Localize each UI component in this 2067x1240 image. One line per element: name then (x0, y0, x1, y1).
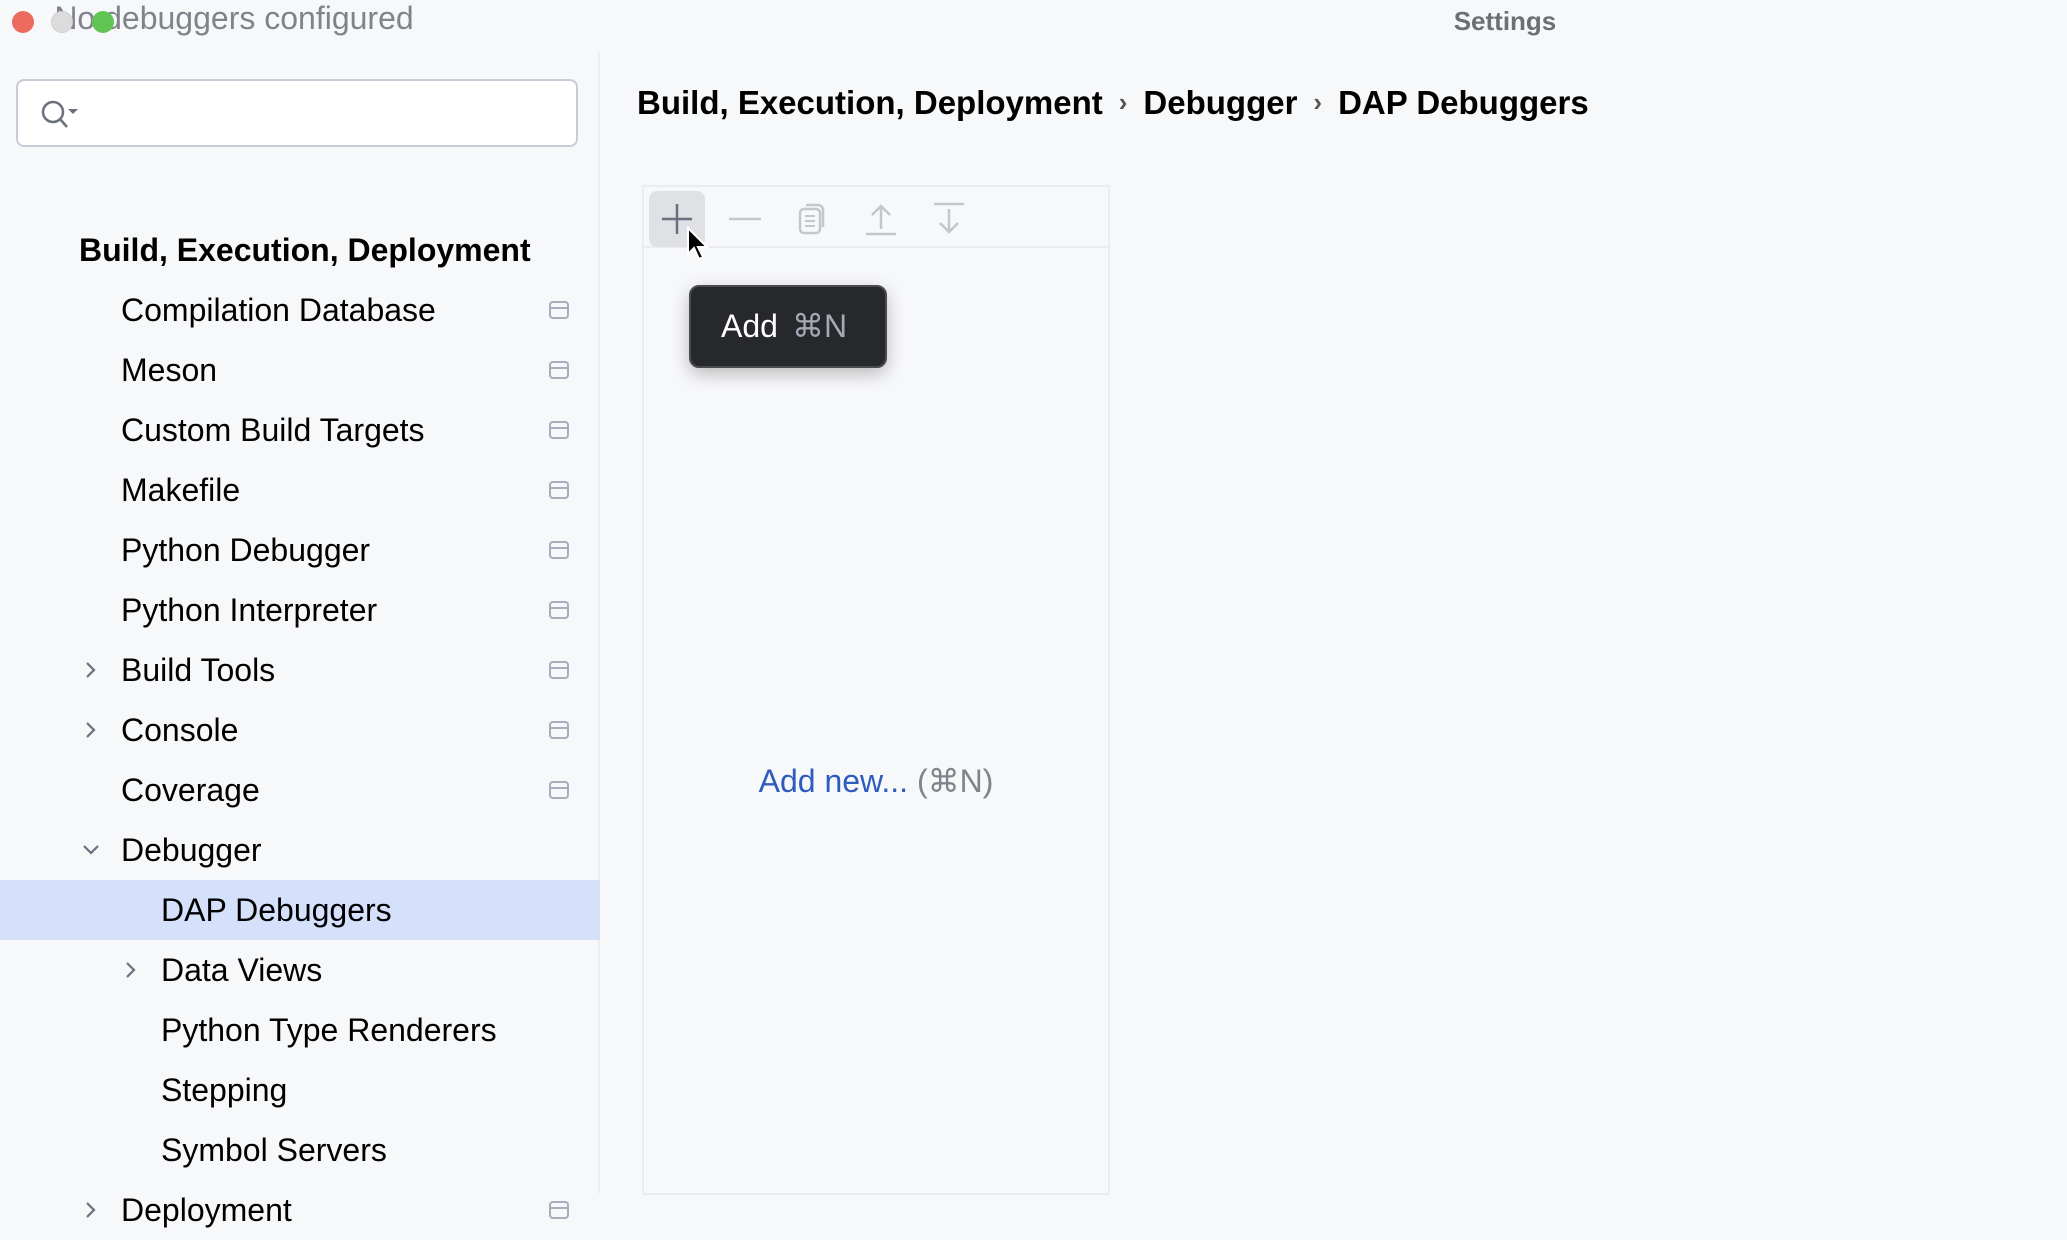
tree-item-label: Python Interpreter (121, 580, 377, 640)
chevron-right-icon: › (1119, 87, 1128, 118)
settings-sidebar: Build, Execution, DeploymentCompilation … (0, 52, 600, 1193)
breadcrumb-item[interactable]: Debugger (1143, 84, 1297, 122)
move-up-icon (863, 201, 899, 237)
tree-item-label: Symbol Servers (161, 1120, 387, 1180)
project-level-icon (549, 781, 569, 799)
tree-item[interactable]: Coverage (0, 760, 600, 820)
tree-item[interactable]: DAP Debuggers (0, 880, 600, 940)
tree-item-label: Console (121, 700, 238, 760)
tree-item[interactable]: Meson (0, 340, 600, 400)
project-level-icon (549, 661, 569, 679)
tree-item[interactable]: Debugger (0, 820, 600, 880)
tree-item[interactable]: Python Debugger (0, 520, 600, 580)
tree-item[interactable]: Build, Execution, Deployment (0, 220, 600, 280)
tree-item[interactable]: Deployment (0, 1180, 600, 1240)
tree-item[interactable]: Data Views (0, 940, 600, 1000)
tree-item-label: Python Debugger (121, 520, 370, 580)
tree-item[interactable]: Stepping (0, 1060, 600, 1120)
tree-item-label: Python Type Renderers (161, 1000, 497, 1060)
window-title: Settings (1405, 6, 1605, 37)
move-up-button[interactable] (853, 191, 909, 247)
copy-button[interactable] (785, 191, 841, 247)
project-level-icon (549, 421, 569, 439)
breadcrumb-item[interactable]: Build, Execution, Deployment (637, 84, 1103, 122)
tree-item-label: Build Tools (121, 640, 275, 700)
remove-icon (727, 201, 763, 237)
copy-icon (795, 201, 831, 237)
tooltip-shortcut: ⌘N (792, 308, 847, 344)
project-level-icon (549, 1201, 569, 1219)
add-new-link[interactable]: Add new... (759, 763, 908, 799)
tree-item[interactable]: Custom Build Targets (0, 400, 600, 460)
tree-item[interactable]: Makefile (0, 460, 600, 520)
tree-item-label: Build, Execution, Deployment (79, 220, 531, 280)
tree-item-label: Deployment (121, 1180, 292, 1240)
tree-item[interactable]: Python Interpreter (0, 580, 600, 640)
breadcrumb: Build, Execution, Deployment › Debugger › DA… (637, 84, 1589, 122)
tree-item-label: Coverage (121, 760, 260, 820)
project-level-icon (549, 361, 569, 379)
tree-item[interactable]: Python Type Renderers (0, 1000, 600, 1060)
tree-item-label: DAP Debuggers (161, 880, 392, 940)
tree-item[interactable]: Console (0, 700, 600, 760)
settings-search-input[interactable] (16, 79, 578, 147)
chevron-right-icon[interactable] (121, 960, 141, 980)
chevron-right-icon[interactable] (81, 720, 101, 740)
tree-item-label: Compilation Database (121, 280, 436, 340)
tree-item-label: Stepping (161, 1060, 287, 1120)
tree-item-label: Debugger (121, 820, 262, 880)
chevron-right-icon[interactable] (81, 660, 101, 680)
mouse-cursor-icon (686, 226, 710, 262)
tree-item-label: Custom Build Targets (121, 400, 425, 460)
tree-item[interactable]: Symbol Servers (0, 1120, 600, 1180)
remove-button[interactable] (717, 191, 773, 247)
chevron-right-icon[interactable] (81, 1200, 101, 1220)
tree-item-label: Meson (121, 340, 217, 400)
project-level-icon (549, 601, 569, 619)
breadcrumb-item: DAP Debuggers (1338, 84, 1589, 122)
move-down-button[interactable] (921, 191, 977, 247)
add-tooltip: Add ⌘N (689, 285, 887, 368)
tree-item-label: Data Views (161, 940, 322, 1000)
minimize-window-button[interactable] (51, 11, 73, 33)
project-level-icon (549, 541, 569, 559)
maximize-window-button[interactable] (92, 11, 114, 33)
close-window-button[interactable] (12, 11, 34, 33)
tree-item-label: Makefile (121, 460, 240, 520)
chevron-down-icon[interactable] (81, 840, 101, 860)
tree-item[interactable]: Build Tools (0, 640, 600, 700)
project-level-icon (549, 721, 569, 739)
tooltip-label: Add (721, 308, 778, 344)
move-down-icon (931, 201, 967, 237)
empty-state-actions: Add new... (⌘N) (642, 762, 1110, 800)
empty-state-message: No debuggers configured (0, 0, 2067, 37)
list-toolbar (644, 187, 1108, 248)
search-icon (38, 97, 82, 133)
project-level-icon (549, 301, 569, 319)
add-new-shortcut: (⌘N) (917, 763, 993, 799)
project-level-icon (549, 481, 569, 499)
chevron-right-icon: › (1313, 87, 1322, 118)
tree-item[interactable]: Compilation Database (0, 280, 600, 340)
